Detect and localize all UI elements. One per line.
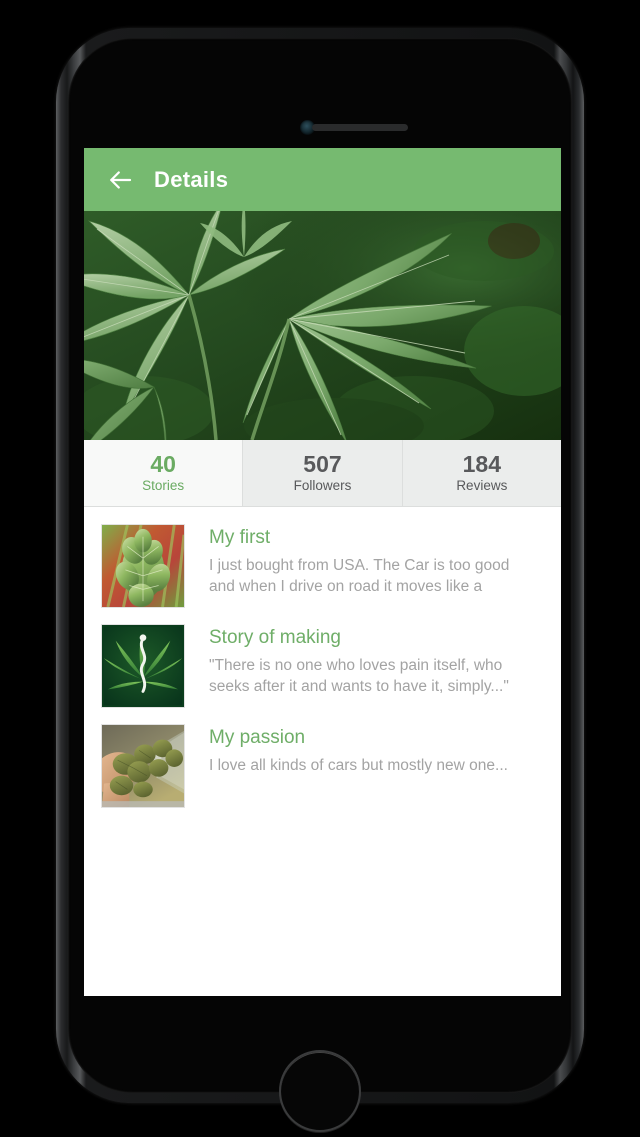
- stats-row: 40 Stories 507 Followers 184 Reviews: [84, 440, 561, 507]
- story-description: "There is no one who loves pain itself, …: [209, 657, 509, 695]
- back-arrow-icon[interactable]: [105, 165, 135, 195]
- story-thumbnail: [101, 724, 185, 808]
- story-list: My first I just bought from USA. The Car…: [84, 507, 561, 816]
- hero-image: [84, 211, 561, 440]
- stat-value-stories: 40: [150, 451, 176, 477]
- list-item[interactable]: Story of making "There is no one who lov…: [84, 616, 561, 716]
- story-title: Story of making: [209, 627, 341, 648]
- list-item[interactable]: My passion I love all kinds of cars but …: [84, 716, 561, 816]
- stat-label-followers: Followers: [293, 478, 352, 493]
- stat-value-followers: 507: [303, 451, 342, 477]
- story-text: Story of making "There is no one who lov…: [185, 624, 539, 708]
- stat-label-stories: Stories: [142, 478, 185, 493]
- story-text: My passion I love all kinds of cars but …: [185, 724, 508, 808]
- story-description: I love all kinds of cars but mostly new …: [209, 757, 508, 774]
- stat-tab-reviews[interactable]: 184 Reviews: [402, 440, 561, 506]
- home-button[interactable]: [279, 1050, 361, 1132]
- speaker-grille-icon: [312, 124, 408, 131]
- stat-value-reviews: 184: [462, 451, 501, 477]
- story-description: I just bought from USA. The Car is too g…: [209, 557, 510, 595]
- story-title: My first: [209, 527, 271, 548]
- story-thumbnail: [101, 624, 185, 708]
- list-item[interactable]: My first I just bought from USA. The Car…: [84, 516, 561, 616]
- app-screen: Details 40 Stories 507 Followers 184 Rev…: [84, 148, 561, 996]
- stat-tab-stories[interactable]: 40 Stories: [84, 440, 244, 506]
- app-bar: Details: [84, 148, 561, 211]
- story-title: My passion: [209, 727, 306, 748]
- story-thumbnail: [101, 524, 185, 608]
- cannabis-jar-hand-thumbnail-icon: [102, 725, 184, 807]
- cannabis-bud-thumbnail-icon: [102, 525, 184, 607]
- story-text: My first I just bought from USA. The Car…: [185, 524, 539, 608]
- cannabis-plant-illustration: [84, 211, 561, 440]
- cannabis-leaf-logo-thumbnail-icon: [102, 625, 184, 707]
- stat-label-reviews: Reviews: [456, 478, 508, 493]
- stat-tab-followers[interactable]: 507 Followers: [243, 440, 403, 506]
- page-title: Details: [154, 166, 229, 192]
